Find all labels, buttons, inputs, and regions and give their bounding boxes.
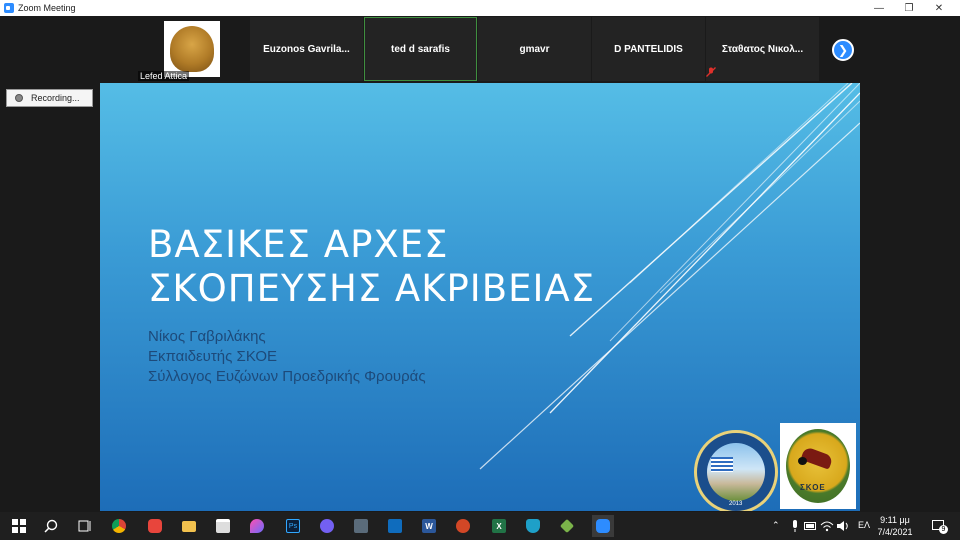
zoom-taskbar-icon[interactable] xyxy=(592,515,614,537)
badge-year: 2013 xyxy=(729,501,743,507)
paint-icon[interactable] xyxy=(248,517,266,535)
participant-tile[interactable]: D PANTELIDIS xyxy=(592,17,718,81)
skoe-logo-text: ΣΚΟΕ xyxy=(800,483,826,492)
excel-icon[interactable]: X xyxy=(490,517,508,535)
self-video-tile[interactable]: Lefed Attica xyxy=(136,17,249,81)
participant-name: Σταθατος Νικολ... xyxy=(721,43,804,55)
show-hidden-icons-chevron-icon[interactable]: ⌃ xyxy=(772,520,780,531)
snip-tool-icon[interactable] xyxy=(352,517,370,535)
meeting-area: Lefed Attica Euzonos Gavrila... ted d sa… xyxy=(0,16,960,512)
outlook-icon[interactable] xyxy=(386,517,404,535)
presenter-organization: Σύλλογος Ευζώνων Προεδρικής Φρουράς xyxy=(148,368,426,385)
slide-title-line: ΒΑΣΙΚΕΣ ΑΡΧΕΣ xyxy=(148,223,449,266)
clock-date: 7/4/2021 xyxy=(877,527,913,537)
app-red-icon[interactable] xyxy=(146,517,164,535)
presenter-name: Νίκος Γαβριλάκης xyxy=(148,328,266,345)
lefed-attica-logo xyxy=(164,21,220,77)
vpn-shield-icon[interactable] xyxy=(524,517,542,535)
recording-dot-icon xyxy=(15,94,23,102)
minimize-button[interactable]: — xyxy=(864,0,894,16)
windows-start-icon[interactable] xyxy=(10,517,28,535)
shared-screen-slide: ΒΑΣΙΚΕΣ ΑΡΧΕΣ ΣΚΟΠΕΥΣΗΣ ΑΚΡΙΒΕΙΑΣ Νίκος … xyxy=(100,83,860,511)
chevron-right-icon: ❯ xyxy=(837,43,849,57)
participant-tile[interactable]: gmavr xyxy=(478,17,604,81)
volume-icon[interactable] xyxy=(834,517,852,535)
restore-button[interactable]: ❐ xyxy=(894,0,924,16)
participant-name: Euzonos Gavrila... xyxy=(263,43,350,55)
greek-flag-icon xyxy=(711,457,733,472)
emblem-icon xyxy=(170,26,214,72)
app-green-icon[interactable] xyxy=(558,517,576,535)
participant-tile[interactable]: Σταθατος Νικολ... xyxy=(706,17,819,81)
photoshop-icon[interactable]: Ps xyxy=(284,517,302,535)
next-page-button[interactable]: ❯ xyxy=(832,39,854,61)
participant-tile-active-speaker[interactable]: ted d sarafis xyxy=(364,17,491,81)
recording-label: Recording... xyxy=(31,93,80,103)
zoom-logo-icon xyxy=(4,3,14,13)
recording-indicator[interactable]: Recording... xyxy=(6,89,93,107)
search-icon[interactable] xyxy=(42,517,60,535)
file-explorer-icon[interactable] xyxy=(180,517,198,535)
chrome-icon[interactable] xyxy=(110,517,128,535)
window-title: Zoom Meeting xyxy=(18,3,76,13)
slide-subtitle: Νίκος Γαβριλάκης Εκπαιδευτής ΣΚΟΕ Σύλλογ… xyxy=(148,327,426,387)
participant-name: D PANTELIDIS xyxy=(614,43,683,55)
participant-name: ted d sarafis xyxy=(391,43,450,55)
presidential-guard-badge: 2013 xyxy=(694,430,778,511)
self-name-label: Lefed Attica xyxy=(138,71,190,81)
word-icon[interactable]: W xyxy=(420,517,438,535)
muted-mic-icon xyxy=(706,67,716,77)
notifications-icon[interactable]: 9 xyxy=(930,517,948,535)
skoe-logo: ΣΚΟΕ xyxy=(780,423,856,509)
slide-title-line: ΣΚΟΠΕΥΣΗΣ ΑΚΡΙΒΕΙΑΣ xyxy=(148,267,596,310)
windows-taskbar: Ps W X ⌃ ΕΛ 9:11 μμ 7/4/2021 9 xyxy=(0,512,960,540)
participant-tile[interactable]: Euzonos Gavrila... xyxy=(250,17,363,81)
system-clock[interactable]: 9:11 μμ 7/4/2021 xyxy=(868,514,922,538)
presenter-role: Εκπαιδευτής ΣΚΟΕ xyxy=(148,348,278,365)
badge-scene xyxy=(707,443,765,501)
window-titlebar: Zoom Meeting — ❐ ✕ xyxy=(0,0,960,16)
slide-title: ΒΑΣΙΚΕΣ ΑΡΧΕΣ ΣΚΟΠΕΥΣΗΣ ΑΚΡΙΒΕΙΑΣ xyxy=(148,223,595,311)
participant-strip: Lefed Attica Euzonos Gavrila... ted d sa… xyxy=(136,17,819,83)
store-icon[interactable] xyxy=(214,517,232,535)
clock-time: 9:11 μμ xyxy=(880,515,910,525)
close-button[interactable]: ✕ xyxy=(924,0,954,16)
notification-count: 9 xyxy=(939,525,948,534)
participant-name: gmavr xyxy=(519,43,550,55)
tassel-icon xyxy=(798,457,807,465)
powerpoint-icon[interactable] xyxy=(454,517,472,535)
task-view-icon[interactable] xyxy=(76,517,94,535)
viber-icon[interactable] xyxy=(318,517,336,535)
